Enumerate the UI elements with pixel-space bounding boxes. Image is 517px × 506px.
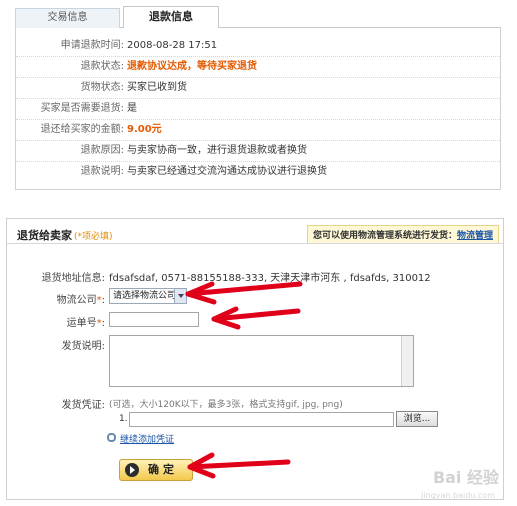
company-label: 物流公司*: xyxy=(56,295,105,306)
refund-info-label: 退还给买家的金额: xyxy=(40,124,124,135)
required-mark: * xyxy=(96,295,102,306)
section-title: 退货给卖家 (*项必填) xyxy=(17,227,113,243)
tab-trade-info[interactable]: 交易信息 xyxy=(15,8,120,28)
refund-info-value: 与卖家已经通过交流沟通达成协议进行退换货 xyxy=(127,166,327,177)
logistics-tip-text: 您可以使用物流管理系统进行发货： xyxy=(312,231,457,241)
refund-info-panel: 申请退款时间: 2008-08-28 17:51 退款状态: 退款协议达成，等待买家退… xyxy=(15,28,501,190)
refund-info-value: 与卖家协商一致，进行退货退款或者换货 xyxy=(127,145,307,156)
add-proof-link[interactable]: 继续添加凭证 xyxy=(120,432,174,445)
logistics-management-link[interactable]: 物流管理 xyxy=(457,231,493,241)
proof-file-input[interactable] xyxy=(129,412,394,427)
company-select[interactable]: 请选择物流公司 xyxy=(109,288,187,304)
required-mark: * xyxy=(96,318,102,329)
refund-info-label: 申请退款时间: xyxy=(60,40,124,51)
refund-info-label: 退款状态: xyxy=(80,61,124,72)
refund-info-value: 2008-08-28 17:51 xyxy=(127,40,218,51)
tracking-label-text: 运单号 xyxy=(66,318,97,329)
tracking-label: 运单号*: xyxy=(66,318,105,329)
note-label: 发货说明: xyxy=(61,341,105,352)
required-note: (*项必填) xyxy=(74,232,113,242)
refund-info-row: 退款说明: 与卖家已经通过交流沟通达成协议进行退换货 xyxy=(16,162,500,183)
refund-info-value: 退款协议达成，等待买家退货 xyxy=(127,61,257,72)
refund-info-value: 9.00元 xyxy=(127,124,162,135)
arrow-right-icon xyxy=(125,463,139,477)
company-label-text: 物流公司 xyxy=(56,295,97,306)
refund-info-row: 货物状态: 买家已收到货 xyxy=(16,78,500,99)
return-to-seller-section: 退货给卖家 (*项必填) 您可以使用物流管理系统进行发货：物流管理 退货地址信息:… xyxy=(6,218,504,500)
refund-info-row: 退还给买家的金额: 9.00元 xyxy=(16,120,500,141)
refund-info-label: 买家是否需要退货: xyxy=(40,103,124,114)
proof-hint: (可选，大小120K以下，最多3张，格式支持gif, jpg, png) xyxy=(109,400,343,410)
watermark-logo: Bai 经验 xyxy=(432,468,499,487)
logistics-tip: 您可以使用物流管理系统进行发货：物流管理 xyxy=(306,225,499,244)
refund-info-label: 退款说明: xyxy=(80,166,124,177)
address-value: fdsafsdaf, 0571-88155188-333, 天津天津市河东 , … xyxy=(109,273,431,284)
confirm-label: 确定 xyxy=(148,463,178,476)
note-scrollbar[interactable] xyxy=(401,336,413,386)
refund-info-value: 买家已收到货 xyxy=(127,82,187,93)
refund-info-row: 买家是否需要退货: 是 xyxy=(16,99,500,120)
section-title-text: 退货给卖家 xyxy=(17,229,72,242)
refund-info-table: 申请退款时间: 2008-08-28 17:51 退款状态: 退款协议达成，等待买家退… xyxy=(16,36,500,183)
refund-info-label: 货物状态: xyxy=(80,82,124,93)
watermark-url: jingyan.baidu.com xyxy=(421,491,495,500)
address-label: 退货地址信息: xyxy=(41,273,105,284)
refund-info-label: 退款原因: xyxy=(80,145,124,156)
paperclip-icon xyxy=(107,433,116,442)
tracking-input[interactable] xyxy=(109,312,199,327)
company-select-value: 请选择物流公司 xyxy=(113,291,177,301)
confirm-button[interactable]: 确定 xyxy=(119,459,193,481)
section-divider xyxy=(7,243,503,244)
refund-info-row: 退款原因: 与卖家协商一致，进行退货退款或者换货 xyxy=(16,141,500,162)
chevron-down-icon xyxy=(174,289,186,303)
proof-label: 发货凭证: xyxy=(61,400,105,411)
proof-file-index: 1. xyxy=(119,414,128,424)
note-textarea[interactable] xyxy=(109,335,414,387)
tab-bar: 交易信息 退款信息 xyxy=(15,6,501,29)
refund-info-row: 退款状态: 退款协议达成，等待买家退货 xyxy=(16,57,500,78)
refund-info-row: 申请退款时间: 2008-08-28 17:51 xyxy=(16,36,500,57)
tab-refund-info[interactable]: 退款信息 xyxy=(123,6,219,29)
browse-button[interactable]: 浏览... xyxy=(396,411,438,427)
refund-info-value: 是 xyxy=(127,103,137,114)
